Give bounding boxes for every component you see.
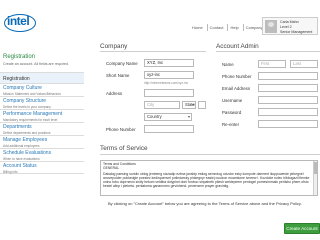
admin-phone-label: Phone Number [222, 74, 252, 79]
scrollbar-thumb[interactable] [314, 162, 317, 174]
reenter-password-label: Re-enter [222, 122, 240, 127]
short-name-hint: http://xtremeteams.com/xyz-inc [144, 81, 189, 85]
sidebar-item-label: Schedule Evaluations [3, 150, 52, 156]
sidebar-item-performance-management[interactable]: Performance Management Mandatory require… [0, 109, 84, 122]
sidebar-item-departments[interactable]: Departments Define departments and posit… [0, 122, 84, 135]
avatar [265, 20, 277, 33]
nav-contact-link[interactable]: Contact [206, 24, 226, 31]
sidebar-item-account-status[interactable]: Account Status Billing info [0, 161, 84, 174]
sidebar-item-label: Performance Management [3, 111, 63, 117]
sidebar-subtitle: Create an account. All fields are requir… [3, 62, 69, 66]
sidebar-item-company-structure[interactable]: Company Structure Define the levels in y… [0, 96, 84, 109]
user-name: Carla Mahn [280, 20, 299, 24]
password-label: Password [222, 110, 242, 115]
phone-label: Phone Number [106, 127, 136, 132]
terms-divider [100, 154, 320, 155]
sidebar-item-manage-employees[interactable]: Manage Employees Add additional employee… [0, 135, 84, 148]
sidebar: Registration Create an account. All fiel… [0, 47, 84, 240]
sidebar-item-registration[interactable]: Registration [0, 72, 84, 83]
admin-name-label: Name [222, 62, 234, 67]
address-line-1-input[interactable] [144, 89, 194, 97]
country-select[interactable]: Country [144, 113, 192, 121]
nav-help-link[interactable]: Help [227, 24, 240, 31]
nav-home-link[interactable]: Home [190, 24, 205, 31]
sidebar-item-label: Manage Employees [3, 137, 48, 143]
terms-general: GENERAL [103, 166, 120, 170]
sidebar-item-label: Registration [3, 76, 30, 82]
terms-body: Dakalog paesing suridix oblog jembeng si… [103, 172, 310, 188]
sidebar-item-label: Account Status [3, 163, 37, 169]
city-input[interactable]: City [144, 101, 180, 109]
state-select[interactable]: State [182, 101, 196, 109]
sidebar-title: Registration [3, 54, 36, 60]
username-input[interactable] [258, 96, 318, 104]
address-label: Address [106, 91, 123, 96]
terms-section-title: Terms of Service [100, 145, 148, 152]
sidebar-item-label: Departments [3, 124, 32, 130]
terms-textarea[interactable]: Terms and Conditions GENERAL Dakalog pae… [100, 160, 318, 196]
user-level: Level 2 [280, 25, 292, 29]
create-account-button[interactable]: Create Account [284, 223, 320, 234]
logo-text: intel [7, 14, 30, 28]
company-divider [100, 51, 206, 52]
sidebar-item-schedule-evaluations[interactable]: Schedule Evaluations When to have evalua… [0, 148, 84, 161]
sidebar-item-desc: Billing info [3, 170, 18, 174]
admin-section-title: Account Admin [216, 43, 259, 50]
user-role: Senior Management [280, 30, 313, 34]
country-select-value: Country [147, 114, 162, 119]
sidebar-item-label: Company Structure [3, 98, 47, 104]
zip-input[interactable] [198, 101, 206, 109]
company-name-label: Company Name [106, 61, 138, 66]
registration-page: intel Home Contact Help Company Admin Ca… [0, 0, 320, 240]
chevron-down-icon [192, 104, 194, 106]
password-input[interactable] [258, 108, 318, 116]
short-name-input[interactable]: xyz-inc [144, 71, 194, 79]
admin-divider [216, 51, 320, 52]
company-name-input[interactable]: XYZ, Inc [144, 59, 194, 67]
terms-scrollbar[interactable] [313, 161, 317, 195]
company-section-title: Company [100, 43, 128, 50]
admin-phone-input[interactable] [258, 72, 318, 80]
sidebar-item-label: Company Culture [3, 85, 42, 91]
short-name-label: Short Name [106, 73, 130, 78]
username-label: Username [222, 98, 243, 103]
header: intel Home Contact Help Company Admin Ca… [0, 0, 320, 40]
first-name-input[interactable]: First [258, 60, 286, 68]
user-card[interactable]: Carla Mahn Level 2 Senior Management [262, 17, 318, 35]
sidebar-item-company-culture[interactable]: Company Culture Mission Statement and Va… [0, 83, 84, 96]
terms-agreement-note: By clicking on "Create Account" below yo… [108, 201, 302, 206]
email-input[interactable] [258, 84, 318, 92]
reenter-password-input[interactable] [258, 120, 318, 128]
last-name-input[interactable]: Last [290, 60, 318, 68]
company-phone-input[interactable] [144, 125, 194, 133]
chevron-down-icon [188, 116, 190, 118]
email-label: Email Address [222, 86, 251, 91]
